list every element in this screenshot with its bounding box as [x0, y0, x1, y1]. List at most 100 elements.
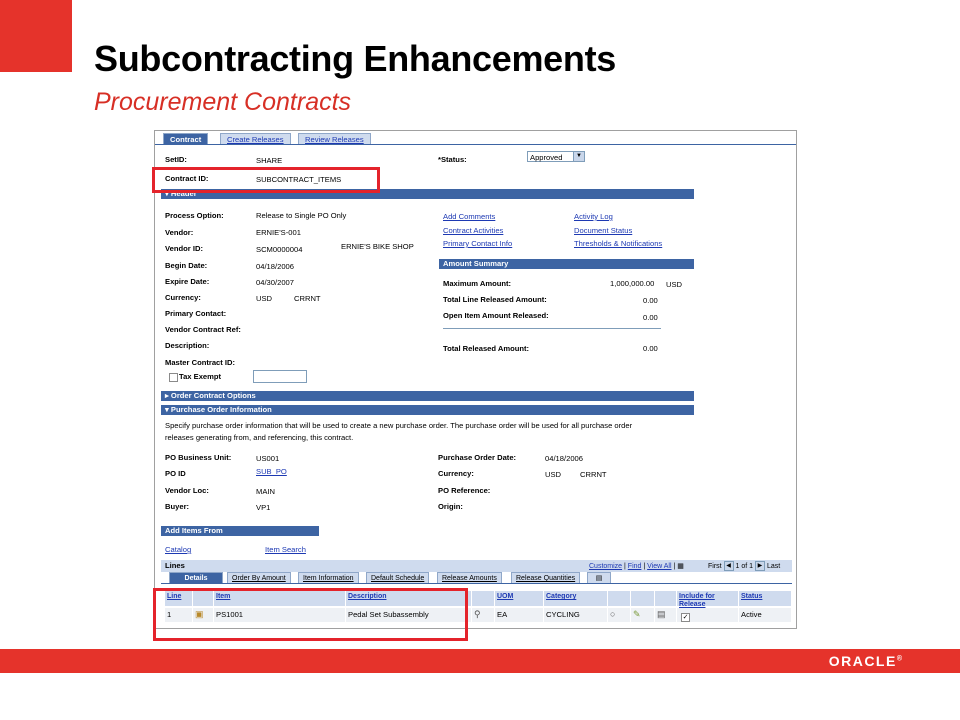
col-icon-5 — [655, 591, 677, 606]
vendor-value: ERNIE'S-001 — [256, 228, 301, 237]
po-bu-value: US001 — [256, 454, 280, 463]
status-select[interactable]: Approved ▼ — [527, 151, 585, 162]
amount-divider — [443, 328, 661, 329]
setid-label: SetID: — [165, 155, 187, 164]
setid-value: SHARE — [256, 156, 283, 165]
tax-exempt-checkbox[interactable] — [169, 373, 178, 382]
cell-comments: ○ — [608, 608, 631, 622]
page-info: 1 of 1 — [735, 562, 754, 570]
order-contract-options-label: Order Contract Options — [170, 391, 256, 400]
master-contract-id-label: Master Contract ID: — [165, 358, 236, 367]
col-uom[interactable]: UOM — [495, 591, 544, 606]
order-contract-options-bar[interactable]: ▸ Order Contract Options — [161, 391, 694, 401]
vendor-name: ERNIE'S BIKE SHOP — [341, 242, 414, 251]
footer-bar — [0, 649, 960, 673]
first-label[interactable]: First — [708, 563, 722, 570]
vendor-id-label: Vendor ID: — [165, 244, 203, 253]
activity-log-link[interactable]: Activity Log — [574, 212, 613, 222]
po-instructions-line1: Specify purchase order information that … — [165, 421, 633, 430]
po-bu-label: PO Business Unit: — [165, 453, 232, 462]
cell-details: ▤ — [655, 608, 677, 622]
po-id-link[interactable]: SUB_PO — [256, 467, 287, 477]
vendor-contract-ref-label: Vendor Contract Ref: — [165, 325, 241, 334]
buyer-label: Buyer: — [165, 502, 190, 511]
process-option-label: Process Option: — [165, 211, 224, 220]
purchase-order-info-label: Purchase Order Information — [170, 405, 272, 414]
peoplesoft-contract-page: Contract Create Releases Review Releases… — [154, 130, 797, 629]
oracle-logo: ORACLE® — [829, 653, 902, 669]
vendor-loc-label: Vendor Loc: — [165, 486, 209, 495]
po-currency-rate-type: CRRNT — [580, 470, 607, 479]
brand-name: ORACLE — [828, 653, 897, 669]
brand-mark: ® — [896, 655, 902, 663]
col-icon-4 — [631, 591, 655, 606]
view-all-link[interactable]: View All — [647, 563, 671, 570]
chevron-down-icon[interactable]: ▼ — [573, 152, 584, 161]
currency-value: USD — [256, 294, 273, 303]
contract-id-highlight — [152, 167, 380, 193]
cell-category: CYCLING — [544, 608, 608, 622]
currency-label: Currency: — [165, 293, 201, 302]
col-category[interactable]: Category — [544, 591, 608, 606]
item-search-icon[interactable]: ⚲ — [474, 609, 481, 619]
accent-block — [0, 0, 72, 72]
cell-tag: ✎ — [631, 608, 655, 622]
total-line-released-label: Total Line Released Amount: — [443, 295, 547, 304]
previous-icon[interactable]: ◀ — [723, 561, 734, 571]
comment-icon[interactable]: ○ — [610, 609, 615, 619]
po-date-value: 04/18/2006 — [545, 454, 584, 463]
col-icon-2 — [472, 591, 495, 606]
contract-activities-link[interactable]: Contract Activities — [443, 226, 503, 236]
price-tag-icon[interactable]: ✎ — [633, 609, 641, 619]
catalog-link[interactable]: Catalog — [165, 545, 191, 555]
process-option-value: Release to Single PO Only — [256, 211, 347, 220]
download-icon[interactable]: ▦ — [677, 563, 684, 570]
po-reference-label: PO Reference: — [438, 486, 491, 495]
lines-tab-underline — [161, 583, 792, 584]
po-date-label: Purchase Order Date: — [438, 453, 517, 462]
vendor-loc-value: MAIN — [256, 487, 275, 496]
next-icon[interactable]: ▶ — [754, 561, 765, 571]
open-item-released-label: Open Item Amount Released: — [443, 311, 549, 320]
origin-label: Origin: — [438, 502, 463, 511]
status-value: Approved — [530, 153, 563, 162]
document-status-link[interactable]: Document Status — [574, 226, 632, 236]
expire-date-label: Expire Date: — [165, 277, 210, 286]
tax-exempt-label: Tax Exempt — [179, 372, 222, 381]
cell-search: ⚲ — [472, 608, 495, 622]
master-contract-id-input[interactable] — [253, 370, 307, 383]
max-amount-currency: USD — [666, 280, 683, 289]
customize-link[interactable]: Customize — [589, 563, 622, 570]
tab-underline — [155, 144, 796, 145]
last-label[interactable]: Last — [767, 563, 780, 570]
cell-include-for-release: ✓ — [677, 608, 739, 622]
col-status[interactable]: Status — [739, 591, 792, 606]
po-id-label: PO ID — [165, 469, 186, 478]
include-for-release-checkbox[interactable]: ✓ — [681, 613, 690, 622]
lines-title: Lines — [165, 561, 185, 570]
add-comments-link[interactable]: Add Comments — [443, 212, 495, 222]
col-include-for-release[interactable]: Include for Release — [677, 591, 739, 608]
col-icon-3 — [608, 591, 631, 606]
purchase-order-info-bar[interactable]: ▾ Purchase Order Information — [161, 405, 694, 415]
line-details-icon[interactable]: ▤ — [657, 609, 666, 619]
primary-contact-info-link[interactable]: Primary Contact Info — [443, 239, 512, 249]
add-items-from-bar: Add Items From — [161, 526, 319, 536]
amount-summary-bar: Amount Summary — [439, 259, 694, 269]
open-item-released-value: 0.00 — [643, 313, 658, 322]
max-amount-label: Maximum Amount: — [443, 279, 512, 288]
description-label: Description: — [165, 341, 210, 350]
total-released-value: 0.00 — [643, 344, 658, 353]
find-link[interactable]: Find — [628, 563, 642, 570]
primary-contact-label: Primary Contact: — [165, 309, 227, 318]
max-amount-value: 1,000,000.00 — [610, 279, 655, 288]
buyer-value: VP1 — [256, 503, 271, 512]
po-currency-label: Currency: — [438, 469, 474, 478]
item-search-link[interactable]: Item Search — [265, 545, 306, 555]
thresholds-notifications-link[interactable]: Thresholds & Notifications — [574, 239, 662, 249]
cell-status: Active — [739, 608, 792, 622]
slide-title: Subcontracting Enhancements — [94, 38, 616, 79]
po-instructions-line2: releases generating from, and referencin… — [165, 433, 354, 442]
expire-date-value: 04/30/2007 — [256, 278, 295, 287]
cell-uom: EA — [495, 608, 544, 622]
